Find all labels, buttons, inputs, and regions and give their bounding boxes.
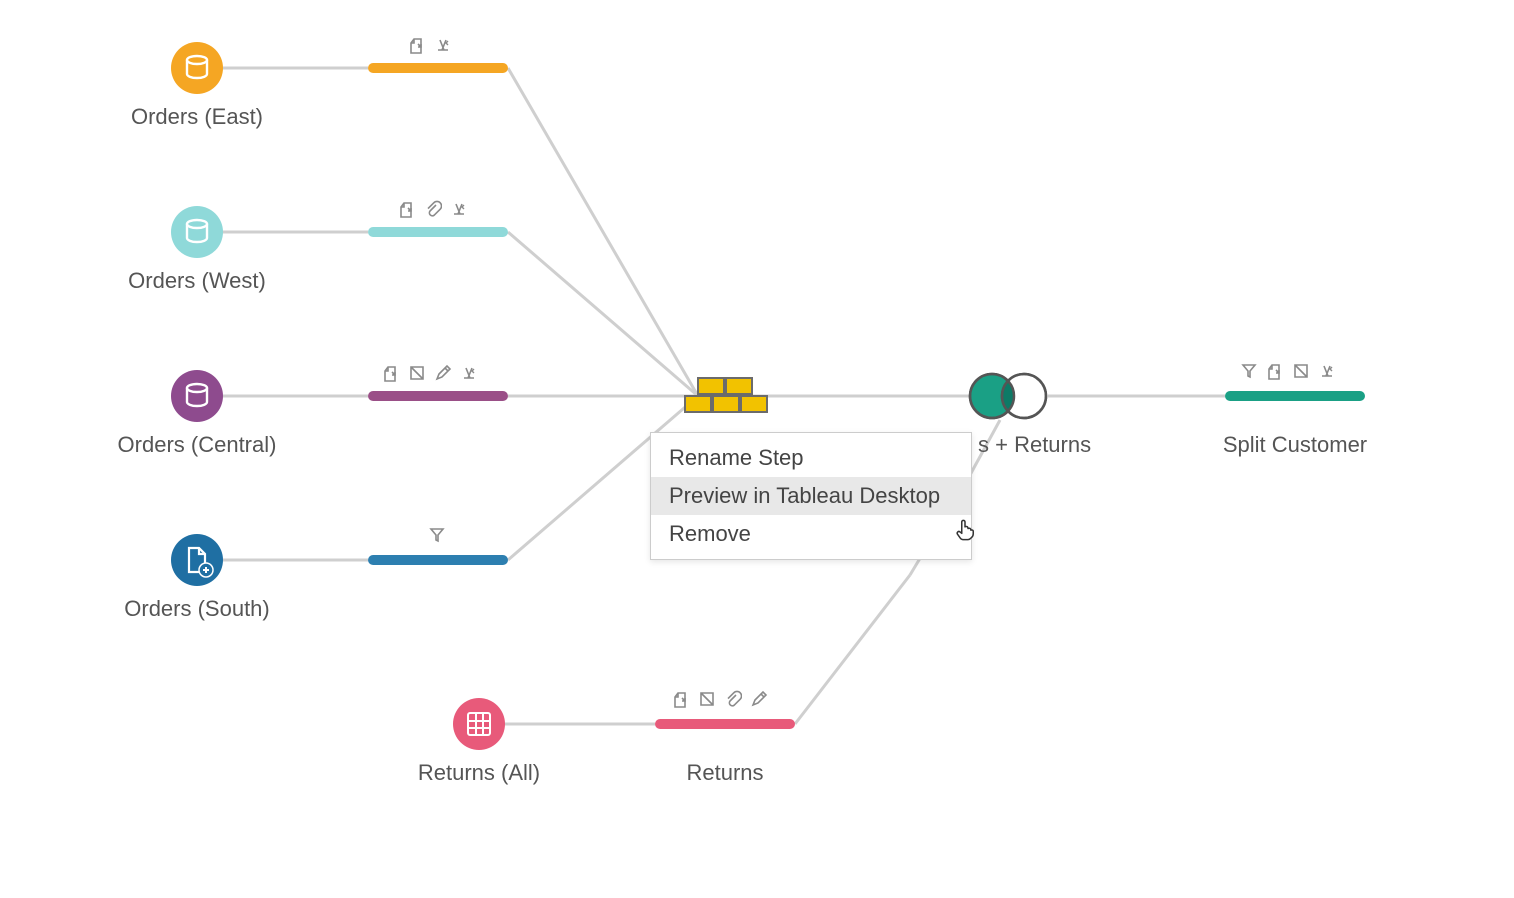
node-join[interactable]	[970, 374, 1046, 418]
attach-icon	[424, 200, 442, 218]
clean-step-central[interactable]	[368, 391, 508, 401]
label-orders-east: Orders (East)	[87, 104, 307, 130]
changes-clean-east	[408, 36, 452, 54]
export-icon	[672, 690, 690, 708]
label-join: s + Returns	[978, 432, 1198, 458]
menu-remove[interactable]: Remove	[651, 515, 971, 553]
retype-icon	[460, 364, 478, 382]
changes-clean-south	[428, 526, 446, 544]
node-orders-east[interactable]	[171, 42, 223, 94]
edit-icon	[750, 690, 768, 708]
edit-icon	[434, 364, 452, 382]
changes-clean-central	[382, 364, 478, 382]
export-icon	[408, 36, 426, 54]
export-icon	[1266, 362, 1284, 380]
clean-step-south[interactable]	[368, 555, 508, 565]
node-returns-all[interactable]	[453, 698, 505, 750]
label-orders-west: Orders (West)	[87, 268, 307, 294]
node-orders-south[interactable]	[171, 534, 223, 586]
retype-icon	[1318, 362, 1336, 380]
clean-step-east[interactable]	[368, 63, 508, 73]
changes-split-customer	[1240, 362, 1336, 380]
node-orders-west[interactable]	[171, 206, 223, 258]
filter-icon	[1240, 362, 1258, 380]
label-returns-all: Returns (All)	[369, 760, 589, 786]
remove-col-icon	[408, 364, 426, 382]
remove-col-icon	[698, 690, 716, 708]
remove-col-icon	[1292, 362, 1310, 380]
label-returns-clean: Returns	[615, 760, 835, 786]
label-split-customer: Split Customer	[1185, 432, 1405, 458]
context-menu: Rename Step Preview in Tableau Desktop R…	[650, 432, 972, 560]
clean-step-west[interactable]	[368, 227, 508, 237]
retype-icon	[450, 200, 468, 218]
attach-icon	[724, 690, 742, 708]
changes-returns-clean	[672, 690, 768, 708]
filter-icon	[428, 526, 446, 544]
export-icon	[382, 364, 400, 382]
node-union[interactable]	[685, 378, 767, 412]
export-icon	[398, 200, 416, 218]
changes-clean-west	[398, 200, 468, 218]
menu-preview[interactable]: Preview in Tableau Desktop	[651, 477, 971, 515]
clean-step-returns[interactable]	[655, 719, 795, 729]
label-orders-south: Orders (South)	[87, 596, 307, 622]
clean-step-split[interactable]	[1225, 391, 1365, 401]
retype-icon	[434, 36, 452, 54]
menu-rename[interactable]: Rename Step	[651, 439, 971, 477]
node-orders-central[interactable]	[171, 370, 223, 422]
label-orders-central: Orders (Central)	[87, 432, 307, 458]
